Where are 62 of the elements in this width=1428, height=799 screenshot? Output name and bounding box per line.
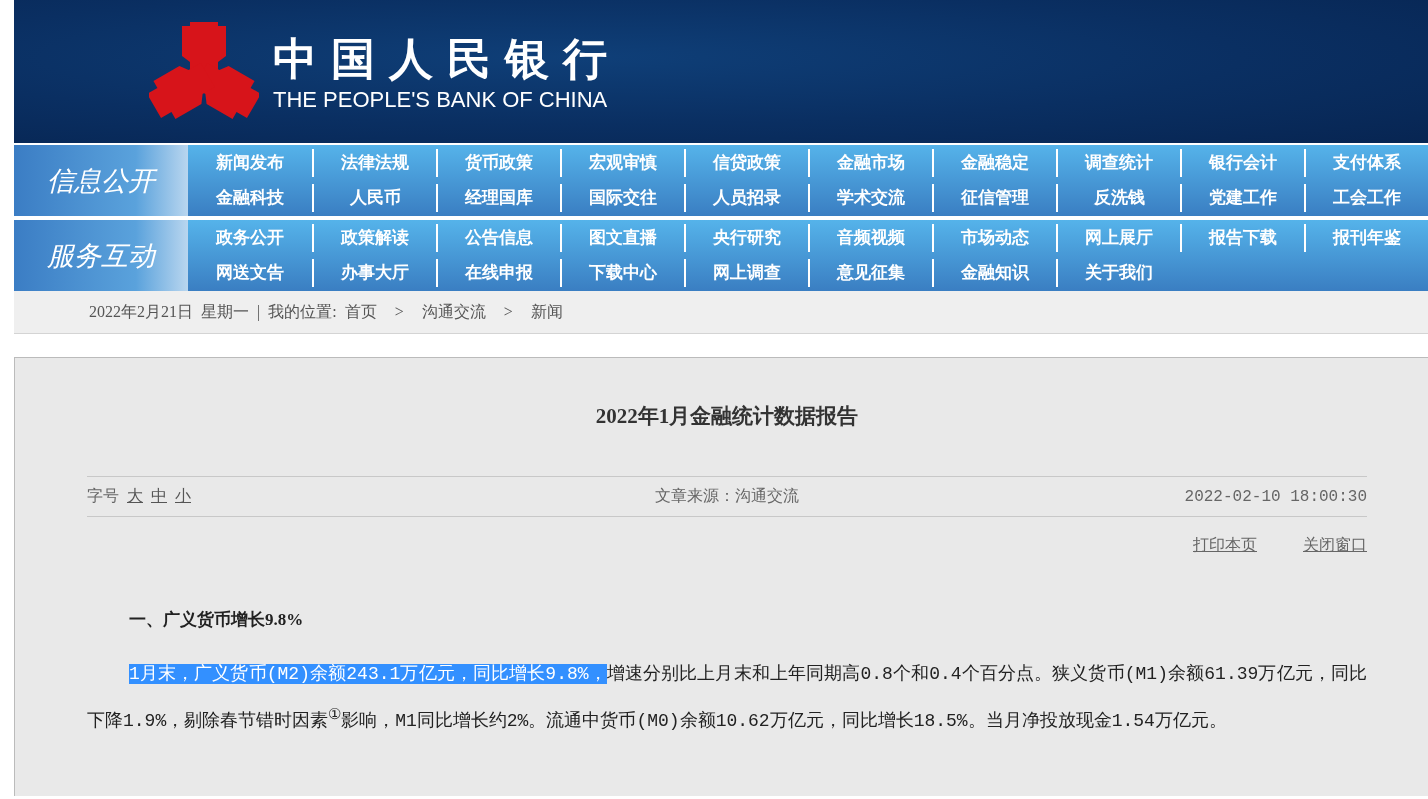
- nav-link[interactable]: 图文直播: [560, 223, 684, 252]
- nav-link[interactable]: 意见征集: [808, 259, 932, 288]
- breadcrumb-link[interactable]: 沟通交流: [421, 301, 486, 323]
- nav-link[interactable]: 金融知识: [932, 259, 1056, 288]
- nav-link[interactable]: 市场动态: [932, 223, 1056, 252]
- separator-text: |: [257, 303, 261, 321]
- weekday-text: 星期一: [201, 301, 249, 322]
- nav-link[interactable]: 网送文告: [188, 259, 312, 288]
- nav-link[interactable]: 网上调查: [684, 259, 808, 288]
- article-paragraph: 1月末，广义货币(M2)余额243.1万亿元，同比增长9.8%，增速分别比上月末和上年同期高0.8个和0.4个百分点。狭义货币(M1)余额61.39万亿元，同比下降1.9%，剔除春节错时因素$^{①}$影响，M1同比增长约2%。流通中货币(M0)余额10.62万亿元，同比增长18.5%。当月净投放现金1.54万亿元。: [87, 663, 1367, 733]
- nav-link[interactable]: 音频视频: [808, 223, 932, 252]
- nav-link[interactable]: 人民币: [312, 184, 436, 213]
- article-source: 文章来源：沟通交流: [655, 486, 799, 506]
- breadcrumb-link[interactable]: 首页: [344, 301, 377, 323]
- nav-link[interactable]: 下载中心: [560, 259, 684, 288]
- breadcrumb-link[interactable]: 新闻: [530, 301, 563, 323]
- font-size-link[interactable]: 大: [127, 486, 143, 507]
- nav-link[interactable]: 人员招录: [684, 184, 808, 213]
- nav-section-title: 服务互动: [14, 220, 188, 291]
- article-title: 2022年1月金融统计数据报告: [594, 403, 860, 430]
- date-text: 2022年2月21日: [89, 301, 193, 322]
- nav-link[interactable]: 支付体系: [1304, 148, 1428, 177]
- nav-link[interactable]: 学术交流: [808, 184, 932, 213]
- nav-link[interactable]: 党建工作: [1180, 184, 1304, 213]
- site-subtitle: THE PEOPLE'S BANK OF CHINA: [273, 86, 609, 113]
- nav-link[interactable]: 工会工作: [1304, 184, 1428, 213]
- breadcrumb-arrow: >: [503, 303, 513, 321]
- nav-section-title: 信息公开: [14, 145, 188, 216]
- nav-link[interactable]: 金融科技: [188, 184, 312, 213]
- nav-link[interactable]: 报告下载: [1180, 223, 1304, 252]
- nav-link[interactable]: 调查统计: [1056, 148, 1180, 177]
- nav-link[interactable]: 征信管理: [932, 184, 1056, 213]
- font-size-link[interactable]: 中: [151, 486, 167, 507]
- font-size-label: 字号: [87, 486, 119, 506]
- nav-link[interactable]: 在线申报: [436, 259, 560, 288]
- nav-link[interactable]: 办事大厅: [312, 259, 436, 288]
- action-link[interactable]: 关闭窗口: [1303, 535, 1367, 556]
- publish-datetime: 2022-02-10 18:00:30: [1183, 487, 1367, 506]
- nav-link[interactable]: 政务公开: [188, 223, 312, 252]
- nav-link[interactable]: 关于我们: [1056, 259, 1180, 288]
- nav-link[interactable]: 政策解读: [312, 223, 436, 252]
- font-size-link[interactable]: 小: [175, 486, 191, 507]
- location-label: 我的位置:: [268, 301, 337, 322]
- section-heading: 一、广义货币增长9.8%: [129, 609, 305, 631]
- nav-link[interactable]: 报刊年鉴: [1304, 223, 1428, 252]
- action-link[interactable]: 打印本页: [1193, 535, 1257, 556]
- nav-link[interactable]: 新闻发布: [188, 148, 312, 177]
- nav-link[interactable]: 公告信息: [436, 223, 560, 252]
- nav-link[interactable]: 银行会计: [1180, 148, 1304, 177]
- nav-link[interactable]: 国际交往: [560, 184, 684, 213]
- nav-link[interactable]: 货币政策: [436, 148, 560, 177]
- nav-link[interactable]: 经理国库: [436, 184, 560, 213]
- nav-link[interactable]: 反洗钱: [1056, 184, 1180, 213]
- nav-link[interactable]: 央行研究: [684, 223, 808, 252]
- nav-link[interactable]: 金融市场: [808, 148, 932, 177]
- breadcrumb-arrow: >: [394, 303, 404, 321]
- nav-link[interactable]: 网上展厅: [1056, 223, 1180, 252]
- nav-link[interactable]: 宏观审慎: [560, 148, 684, 177]
- site-title: 中国人民银行: [273, 34, 621, 83]
- nav-link[interactable]: 金融稳定: [932, 148, 1056, 177]
- nav-link[interactable]: 法律法规: [312, 148, 436, 177]
- nav-link[interactable]: 信贷政策: [684, 148, 808, 177]
